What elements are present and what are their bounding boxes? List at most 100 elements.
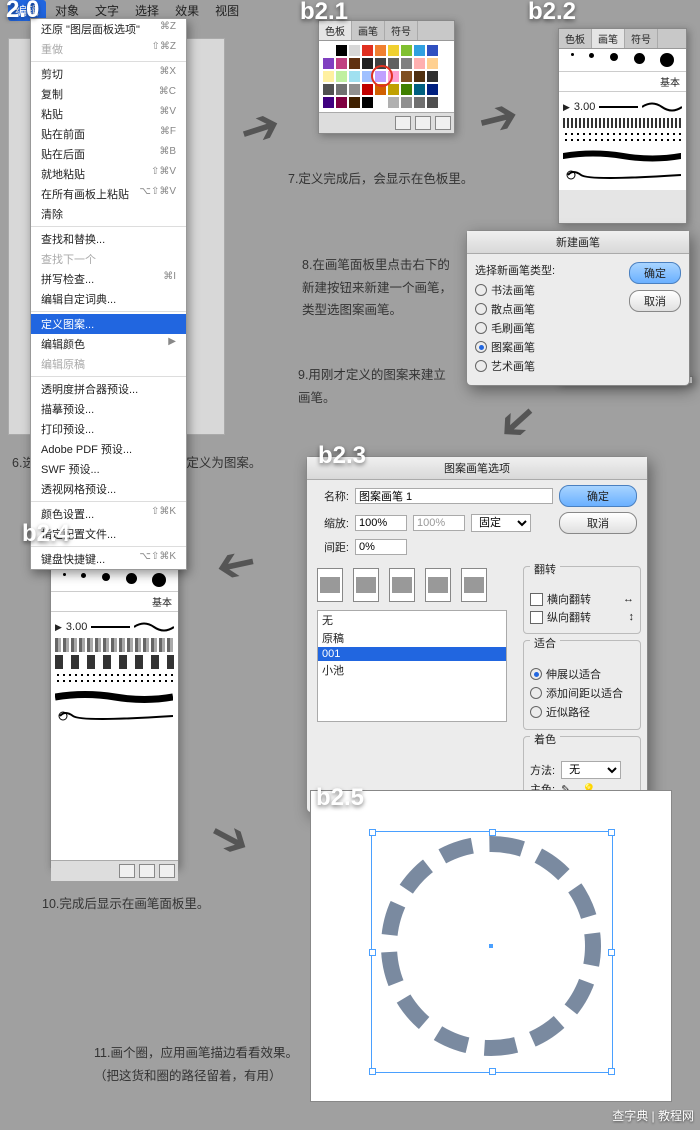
list-item[interactable]: 001 (318, 647, 506, 661)
list-item[interactable]: 小池 (318, 661, 506, 679)
swatch[interactable] (388, 45, 399, 56)
swatch[interactable] (323, 58, 334, 69)
swatch[interactable] (414, 97, 425, 108)
menu-item[interactable]: 透视网格预设... (31, 479, 186, 499)
menu-item[interactable]: 粘贴⌘V (31, 104, 186, 124)
swatch[interactable] (336, 97, 347, 108)
tab-画笔[interactable]: 画笔 (352, 21, 385, 40)
brush-lib-icon-2[interactable] (119, 864, 135, 878)
swatch[interactable] (362, 45, 373, 56)
pbo-gap-input[interactable] (355, 539, 407, 555)
handle-bl[interactable] (369, 1068, 376, 1075)
swatch-trash-icon[interactable] (435, 116, 451, 130)
swatch[interactable] (401, 84, 412, 95)
swatch[interactable] (388, 97, 399, 108)
pbo-tile-end[interactable] (461, 568, 487, 602)
swatch[interactable] (427, 71, 438, 82)
pbo-flip-v[interactable]: 纵向翻转↕ (530, 609, 634, 625)
menu-item[interactable]: 编辑自定词典... (31, 289, 186, 309)
swatch[interactable] (323, 45, 334, 56)
brush-trash-icon-2[interactable] (159, 864, 175, 878)
list-item[interactable]: 无 (318, 611, 506, 629)
swatch[interactable] (427, 84, 438, 95)
menu-item[interactable]: 描摹预设... (31, 399, 186, 419)
radio-fit[interactable]: 伸展以适合 (530, 666, 634, 682)
swatch[interactable] (323, 71, 334, 82)
swatch[interactable] (349, 45, 360, 56)
swatch[interactable] (336, 71, 347, 82)
pbo-scale-input[interactable] (355, 515, 407, 531)
swatch[interactable] (336, 84, 347, 95)
swatch[interactable] (336, 45, 347, 56)
handle-br[interactable] (608, 1068, 615, 1075)
swatch-new-icon[interactable] (415, 116, 431, 130)
swatch[interactable] (414, 58, 425, 69)
new-brush-ok[interactable]: 确定 (629, 262, 681, 284)
swatch[interactable] (401, 71, 412, 82)
menu-item[interactable]: 就地粘贴⇧⌘V (31, 164, 186, 184)
menu-item[interactable]: 还原 "图层面板选项"⌘Z (31, 19, 186, 39)
brush-sample-scroll[interactable] (563, 167, 682, 183)
swatch[interactable] (375, 45, 386, 56)
swatch[interactable] (336, 58, 347, 69)
pbo-tile-side[interactable] (317, 568, 343, 602)
swatch[interactable] (401, 97, 412, 108)
radio-fit[interactable]: 添加间距以适合 (530, 685, 634, 701)
menu-item[interactable]: 打印预设... (31, 419, 186, 439)
pbo-tile-inner[interactable] (389, 568, 415, 602)
menu-item[interactable]: 定义图案... (31, 314, 186, 334)
swatch[interactable] (414, 71, 425, 82)
swatch-folder-icon[interactable] (395, 116, 411, 130)
brush-sample-charcoal[interactable] (563, 148, 682, 164)
menu-item[interactable]: 复制⌘C (31, 84, 186, 104)
handle-ml[interactable] (369, 949, 376, 956)
swatch[interactable] (362, 84, 373, 95)
handle-tl[interactable] (369, 829, 376, 836)
menu-item[interactable]: Adobe PDF 预设... (31, 439, 186, 459)
handle-bc[interactable] (489, 1068, 496, 1075)
new-brush-cancel[interactable]: 取消 (629, 290, 681, 312)
menu-item[interactable]: 拼写检查...⌘I (31, 269, 186, 289)
radio-图案画笔[interactable]: 图案画笔 (475, 339, 619, 355)
pbo-tile-start[interactable] (425, 568, 451, 602)
swatch[interactable] (414, 45, 425, 56)
pbo-method-select[interactable]: 无 (561, 761, 621, 779)
swatch[interactable] (401, 45, 412, 56)
swatch[interactable] (349, 58, 360, 69)
tab-符号[interactable]: 符号 (625, 29, 658, 48)
swatch[interactable] (349, 71, 360, 82)
brush-sample-dots-2[interactable] (55, 672, 174, 686)
swatch[interactable] (427, 97, 438, 108)
swatch[interactable] (323, 84, 334, 95)
swatch[interactable] (427, 58, 438, 69)
menu-视图[interactable]: 视图 (208, 0, 246, 21)
menu-item[interactable]: 透明度拼合器预设... (31, 379, 186, 399)
brush-sample-charcoal-2[interactable] (55, 689, 174, 705)
brush-sample-line[interactable]: ▶3.00 (563, 99, 682, 115)
radio-fit[interactable]: 近似路径 (530, 704, 634, 720)
handle-tc[interactable] (489, 829, 496, 836)
brush-sample-scroll-2[interactable] (55, 708, 174, 724)
pbo-name-input[interactable] (355, 488, 553, 504)
swatch[interactable] (349, 97, 360, 108)
menu-item[interactable]: 键盘快捷键...⌥⇧⌘K (31, 549, 186, 569)
menu-item[interactable]: 贴在前面⌘F (31, 124, 186, 144)
pbo-tile-outer[interactable] (353, 568, 379, 602)
pbo-ok[interactable]: 确定 (559, 485, 637, 507)
swatch[interactable] (401, 58, 412, 69)
swatch[interactable] (349, 84, 360, 95)
brush-sample-line-2[interactable]: ▶3.00 (55, 619, 174, 635)
tab-符号[interactable]: 符号 (385, 21, 418, 40)
menu-item[interactable]: SWF 预设... (31, 459, 186, 479)
swatch[interactable] (323, 97, 334, 108)
pbo-scale2-input[interactable] (413, 515, 465, 531)
brush-sample-pattern1[interactable] (563, 118, 682, 128)
swatch[interactable] (388, 84, 399, 95)
swatch[interactable] (427, 45, 438, 56)
radio-散点画笔[interactable]: 散点画笔 (475, 301, 619, 317)
handle-mr[interactable] (608, 949, 615, 956)
menu-item[interactable]: 清除 (31, 204, 186, 224)
brush-sample-blocks[interactable] (55, 655, 174, 669)
menu-item[interactable]: 剪切⌘X (31, 64, 186, 84)
radio-毛刷画笔[interactable]: 毛刷画笔 (475, 320, 619, 336)
